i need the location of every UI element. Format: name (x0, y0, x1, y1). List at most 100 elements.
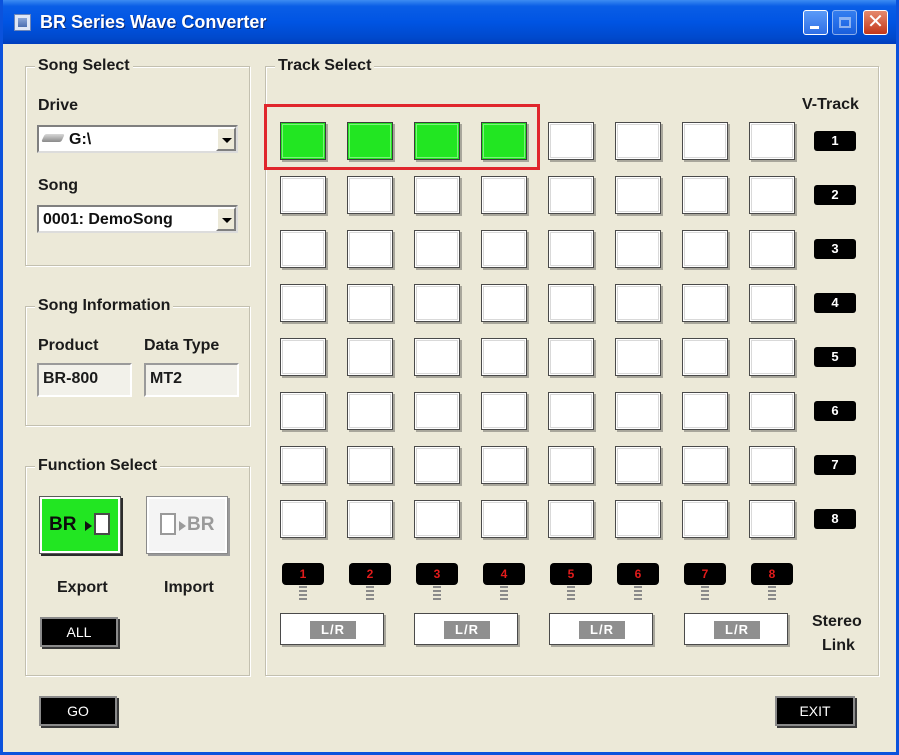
track-cell-v8-t7[interactable] (682, 500, 728, 538)
track-cell-v2-t1[interactable] (280, 176, 326, 214)
track-cell-v6-t5[interactable] (548, 392, 594, 430)
track-connector (299, 586, 307, 602)
track-cell-v1-t8[interactable] (749, 122, 795, 160)
track-cell-v3-t8[interactable] (749, 230, 795, 268)
track-cell-v7-t8[interactable] (749, 446, 795, 484)
track-cell-v6-t3[interactable] (414, 392, 460, 430)
track-cell-v5-t1[interactable] (280, 338, 326, 376)
track-cell-v1-t5[interactable] (548, 122, 594, 160)
track-cell-v1-t7[interactable] (682, 122, 728, 160)
window-title: BR Series Wave Converter (40, 12, 267, 32)
stereo-link-button-1[interactable]: L/R (280, 613, 384, 645)
go-button[interactable]: GO (39, 696, 117, 726)
track-cell-v8-t6[interactable] (615, 500, 661, 538)
track-cell-v6-t8[interactable] (749, 392, 795, 430)
track-cell-v4-t1[interactable] (280, 284, 326, 322)
stereo-link-button-4[interactable]: L/R (684, 613, 788, 645)
all-button[interactable]: ALL (40, 617, 118, 647)
track-cell-v7-t4[interactable] (481, 446, 527, 484)
track-cell-v4-t2[interactable] (347, 284, 393, 322)
stereo-link-button-3[interactable]: L/R (549, 613, 653, 645)
track-cell-v8-t3[interactable] (414, 500, 460, 538)
track-cell-v4-t8[interactable] (749, 284, 795, 322)
song-select[interactable]: 0001: DemoSong (37, 205, 238, 233)
track-number-1: 1 (282, 563, 324, 585)
track-cell-v4-t7[interactable] (682, 284, 728, 322)
close-button[interactable]: ✕ (863, 10, 888, 35)
exit-button[interactable]: EXIT (775, 696, 855, 726)
song-information-group: Song Information Product BR-800 Data Typ… (25, 297, 250, 426)
track-cell-v1-t6[interactable] (615, 122, 661, 160)
track-cell-v7-t3[interactable] (414, 446, 460, 484)
product-field: BR-800 (37, 363, 132, 397)
track-cell-v8-t2[interactable] (347, 500, 393, 538)
stereo-link-label-lr: L/R (444, 621, 490, 639)
chevron-down-icon[interactable] (216, 207, 236, 231)
export-label: Export (57, 579, 108, 596)
track-cell-v7-t7[interactable] (682, 446, 728, 484)
vtrack-label-1: 1 (814, 131, 856, 151)
stereo-link-label-lr: L/R (579, 621, 625, 639)
vtrack-label-2: 2 (814, 185, 856, 205)
track-cell-v2-t4[interactable] (481, 176, 527, 214)
track-cell-v6-t4[interactable] (481, 392, 527, 430)
maximize-button (832, 10, 857, 35)
stereo-link-label: Stereo (812, 613, 862, 630)
track-cell-v5-t4[interactable] (481, 338, 527, 376)
track-cell-v8-t5[interactable] (548, 500, 594, 538)
track-cell-v5-t6[interactable] (615, 338, 661, 376)
track-cell-v3-t5[interactable] (548, 230, 594, 268)
track-connector (433, 586, 441, 602)
vtrack-label-5: 5 (814, 347, 856, 367)
track-cell-v5-t8[interactable] (749, 338, 795, 376)
track-cell-v7-t1[interactable] (280, 446, 326, 484)
track-cell-v6-t1[interactable] (280, 392, 326, 430)
import-button-text: BR (187, 514, 215, 535)
track-cell-v8-t8[interactable] (749, 500, 795, 538)
chevron-down-icon[interactable] (216, 127, 236, 151)
document-icon (94, 513, 110, 535)
app-icon (14, 14, 31, 31)
track-cell-v8-t1[interactable] (280, 500, 326, 538)
track-cell-v6-t6[interactable] (615, 392, 661, 430)
track-cell-v5-t5[interactable] (548, 338, 594, 376)
minimize-icon (810, 26, 819, 29)
stereo-link-button-2[interactable]: L/R (414, 613, 518, 645)
track-cell-v2-t8[interactable] (749, 176, 795, 214)
function-select-legend: Function Select (35, 457, 161, 475)
import-button[interactable]: BR (147, 497, 227, 553)
track-cell-v7-t5[interactable] (548, 446, 594, 484)
track-cell-v3-t2[interactable] (347, 230, 393, 268)
track-cell-v4-t4[interactable] (481, 284, 527, 322)
export-button[interactable]: BR (40, 497, 120, 553)
minimize-button[interactable] (803, 10, 828, 35)
drive-select[interactable]: G:\ (37, 125, 238, 153)
track-connector (366, 586, 374, 602)
arrow-right-icon (179, 521, 186, 531)
track-cell-v2-t7[interactable] (682, 176, 728, 214)
selection-highlight (264, 104, 540, 170)
export-button-text: BR (49, 514, 77, 535)
track-cell-v5-t3[interactable] (414, 338, 460, 376)
track-cell-v8-t4[interactable] (481, 500, 527, 538)
track-cell-v3-t6[interactable] (615, 230, 661, 268)
track-cell-v2-t6[interactable] (615, 176, 661, 214)
track-cell-v4-t6[interactable] (615, 284, 661, 322)
track-cell-v3-t1[interactable] (280, 230, 326, 268)
track-cell-v6-t7[interactable] (682, 392, 728, 430)
track-cell-v7-t2[interactable] (347, 446, 393, 484)
track-cell-v4-t3[interactable] (414, 284, 460, 322)
track-cell-v2-t2[interactable] (347, 176, 393, 214)
track-cell-v2-t3[interactable] (414, 176, 460, 214)
track-cell-v5-t7[interactable] (682, 338, 728, 376)
track-cell-v2-t5[interactable] (548, 176, 594, 214)
track-cell-v6-t2[interactable] (347, 392, 393, 430)
track-cell-v7-t6[interactable] (615, 446, 661, 484)
track-cell-v5-t2[interactable] (347, 338, 393, 376)
track-cell-v3-t7[interactable] (682, 230, 728, 268)
track-cell-v3-t4[interactable] (481, 230, 527, 268)
track-cell-v3-t3[interactable] (414, 230, 460, 268)
track-number-7: 7 (684, 563, 726, 585)
title-bar[interactable]: BR Series Wave Converter ✕ (3, 0, 896, 44)
track-cell-v4-t5[interactable] (548, 284, 594, 322)
